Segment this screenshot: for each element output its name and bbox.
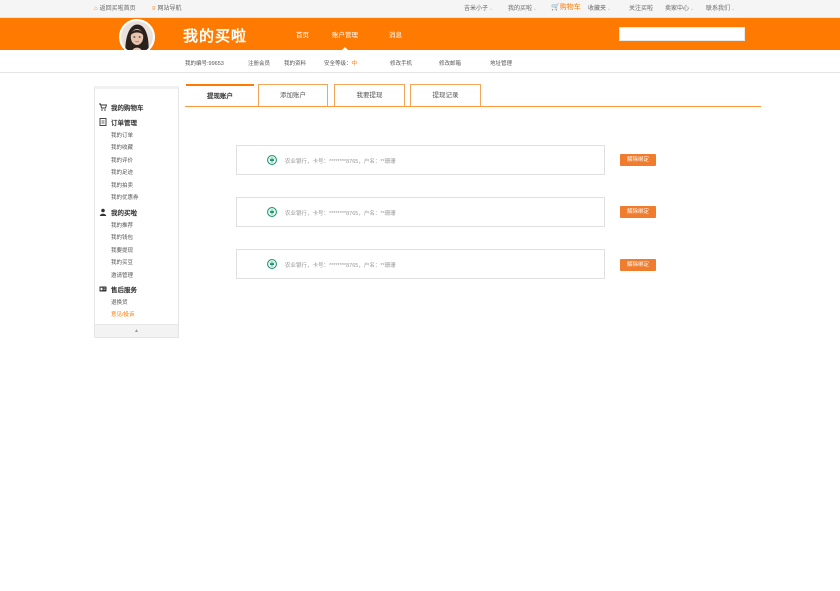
sidebar-group-cart[interactable]: 我的购物车: [99, 102, 144, 112]
sidebar-link-my-coupons[interactable]: 我的优惠券: [111, 193, 139, 201]
unbind-button[interactable]: 解除绑定: [620, 259, 656, 271]
chevron-down-icon: ⌄: [607, 6, 612, 12]
avatar-image: [121, 21, 153, 53]
sidebar-link-my-wallet[interactable]: 我的钱包: [111, 233, 133, 241]
top-bar: ⌂ 返回买啦首页 ≡ 网站导航 吉米小子⌄ 我的买啦⌄ 🛒购物车 收藏夹⌄ 关注买啦…: [0, 0, 840, 18]
abc-bank-icon: [267, 207, 277, 217]
chevron-down-icon: ⌄: [690, 6, 695, 12]
chevron-down-icon: ⌄: [489, 6, 494, 12]
search-input[interactable]: [619, 27, 745, 41]
sidebar-collapse-button[interactable]: ▲: [95, 324, 178, 337]
tab-withdraw-accounts[interactable]: 提现账户: [186, 84, 254, 107]
abc-bank-icon: [267, 155, 277, 165]
document-icon: [99, 118, 107, 126]
home-link[interactable]: ⌂ 返回买啦首页: [94, 5, 136, 13]
home-icon: ⌂: [94, 6, 98, 12]
account-info: 农业银行，卡号：********8765，户名：**珊珊: [285, 211, 396, 217]
menu-icon: ≡: [152, 6, 156, 12]
sidebar-link-returns[interactable]: 退换货: [111, 298, 128, 306]
member-level: 注册会员: [248, 61, 271, 67]
account-row: 农业银行，卡号：********8765，户名：**珊珊: [236, 145, 605, 175]
security-level: 安全等级：中: [324, 61, 358, 67]
nav-home[interactable]: 首页: [296, 29, 309, 39]
sidebar-link-my-footprint[interactable]: 我的足迹: [111, 168, 133, 176]
sidebar-group-after-sales[interactable]: 售后服务: [99, 284, 137, 294]
account-info: 农业银行，卡号：********8765，户名：**珊珊: [285, 263, 396, 269]
my-info-link[interactable]: 我的资料: [284, 59, 306, 67]
site-nav-link[interactable]: ≡ 网站导航: [152, 5, 182, 13]
cart-icon: [99, 103, 107, 111]
account-info: 农业银行，卡号：********8765，户名：**珊珊: [285, 159, 396, 165]
sidebar-group-my-store[interactable]: 我的买啦: [99, 207, 137, 217]
account-row: 农业银行，卡号：********8765，户名：**珊珊: [236, 197, 605, 227]
account-row: 农业银行，卡号：********8765，户名：**珊珊: [236, 249, 605, 279]
favorites-menu[interactable]: 收藏夹⌄: [588, 5, 611, 13]
cart-icon: 🛒: [551, 4, 560, 11]
nav-messages[interactable]: 消息: [389, 29, 402, 39]
follow-link[interactable]: 关注买啦: [629, 5, 653, 13]
user-menu[interactable]: 吉米小子⌄: [464, 5, 493, 13]
chevron-down-icon: ⌄: [731, 6, 736, 12]
my-store-menu[interactable]: 我的买啦⌄: [508, 5, 537, 13]
user-icon: [99, 208, 107, 216]
contact-menu[interactable]: 联系我们⌄: [706, 5, 735, 13]
sidebar-link-my-orders[interactable]: 我的订单: [111, 131, 133, 139]
sidebar-link-my-reviews[interactable]: 我的评价: [111, 156, 133, 164]
security-level-value: 中: [351, 61, 358, 67]
sidebar-link-invitations[interactable]: 邀请管理: [111, 271, 133, 279]
profile-info-bar: 我的编号:99653 注册会员 我的资料 安全等级：中 修改手机 修改邮箱 地址…: [0, 50, 840, 73]
abc-bank-icon: [267, 259, 277, 269]
sidebar: 我的购物车 订单管理 我的订单 我的收藏 我的评价 我的足迹 我的拍卖 我的优惠…: [94, 86, 179, 338]
tab-add-account[interactable]: 添加账户: [258, 84, 328, 106]
nav-account-management[interactable]: 账户管理: [332, 29, 358, 51]
sidebar-link-my-auctions[interactable]: 我的拍卖: [111, 181, 133, 189]
tab-underline: [185, 106, 761, 107]
tab-withdraw-records[interactable]: 提现记录: [410, 84, 481, 106]
sidebar-link-feedback[interactable]: 意见/投诉: [111, 310, 135, 318]
address-management-link[interactable]: 地址管理: [490, 59, 512, 67]
sidebar-link-my-referrals[interactable]: 我的推荐: [111, 221, 133, 229]
tab-withdraw[interactable]: 我要提现: [334, 84, 405, 106]
chevron-down-icon: ⌄: [533, 6, 538, 12]
unbind-button[interactable]: 解除绑定: [620, 206, 656, 218]
service-icon: [99, 285, 107, 293]
logo-title[interactable]: 我的买啦: [183, 25, 247, 46]
sidebar-link-my-favorites[interactable]: 我的收藏: [111, 143, 133, 151]
change-email-link[interactable]: 修改邮箱: [439, 59, 461, 67]
change-phone-link[interactable]: 修改手机: [390, 59, 412, 67]
sidebar-link-my-beans[interactable]: 我的买豆: [111, 258, 133, 266]
seller-center-menu[interactable]: 卖家中心⌄: [665, 5, 694, 13]
cart-link[interactable]: 🛒购物车: [551, 4, 581, 12]
unbind-button[interactable]: 解除绑定: [620, 154, 656, 166]
sidebar-group-orders[interactable]: 订单管理: [99, 117, 137, 127]
member-number: 我的编号:99653: [185, 61, 224, 67]
sidebar-link-withdraw[interactable]: 我要提现: [111, 246, 133, 254]
